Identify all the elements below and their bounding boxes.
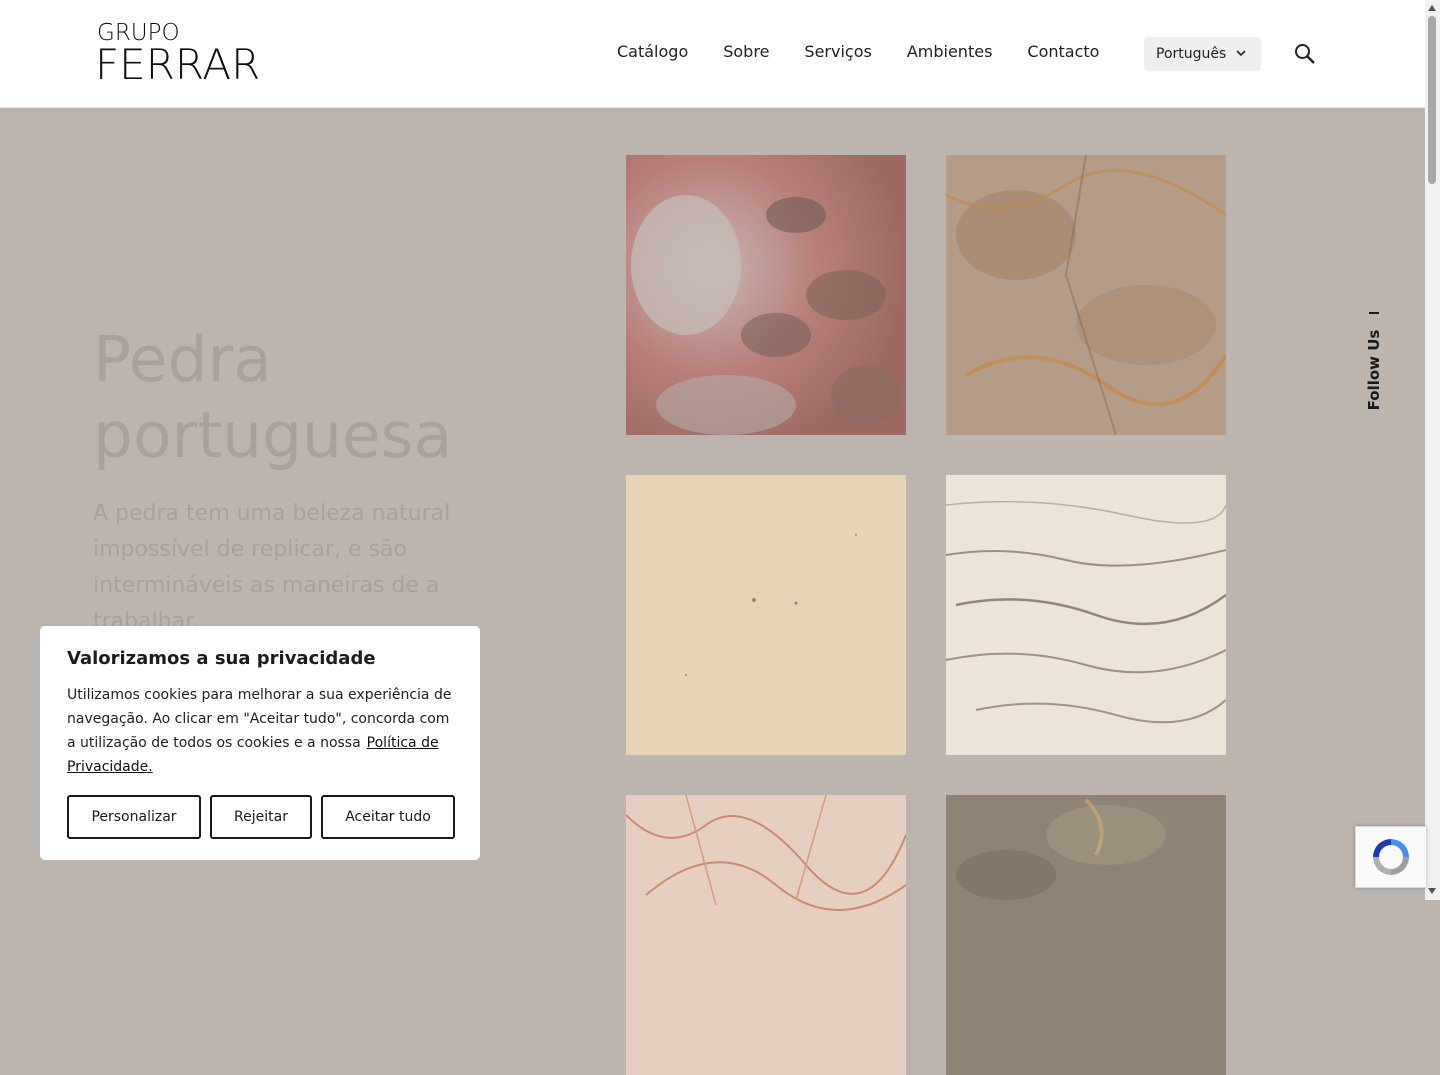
language-label: Português <box>1156 46 1227 62</box>
hero-title: Pedra portuguesa <box>93 322 553 474</box>
follow-us-label: Follow Us <box>1365 329 1383 411</box>
nav-servicos[interactable]: Serviços <box>804 42 871 61</box>
stone-texture-rose <box>626 795 906 1075</box>
accept-all-button[interactable]: Aceitar tudo <box>321 795 455 839</box>
stone-texture-pink <box>626 155 906 435</box>
chevron-down-icon <box>1236 50 1246 57</box>
nav-catalogo[interactable]: Catálogo <box>617 42 688 61</box>
recaptcha-icon <box>1373 839 1409 875</box>
recaptcha-badge[interactable] <box>1355 826 1426 888</box>
logo-big-text: FERRAR <box>95 40 261 89</box>
nav-sobre[interactable]: Sobre <box>723 42 769 61</box>
language-select[interactable]: Português <box>1144 37 1261 71</box>
stone-tile-gray-brown-stone[interactable] <box>946 795 1226 1075</box>
stone-tile-white-veined-marble[interactable] <box>946 475 1226 755</box>
stone-tile-pink-marble[interactable] <box>626 155 906 435</box>
stone-texture-cream <box>626 475 906 755</box>
reject-button[interactable]: Rejeitar <box>210 795 312 839</box>
scroll-up-arrow-icon[interactable] <box>1428 5 1436 11</box>
customize-button[interactable]: Personalizar <box>67 795 201 839</box>
nav-contacto[interactable]: Contacto <box>1027 42 1099 61</box>
scrollbar[interactable] <box>1425 0 1440 900</box>
stone-tile-cream-limestone[interactable] <box>626 475 906 755</box>
hero-text: A pedra tem uma beleza natural impossíve… <box>93 501 451 634</box>
hero-title-line-1: Pedra <box>93 323 273 396</box>
cookie-text: Utilizamos cookies para melhorar a sua e… <box>67 683 453 779</box>
hero-title-line-2: portuguesa <box>93 399 453 472</box>
scrollbar-thumb[interactable] <box>1428 16 1436 184</box>
search-icon[interactable] <box>1294 43 1316 65</box>
logo[interactable]: GRUPO FERRAR <box>95 20 280 88</box>
site-header: GRUPO FERRAR Catálogo Sobre Serviços Amb… <box>0 0 1425 108</box>
stone-texture-gray <box>946 795 1226 1075</box>
stone-tile-rose-veined-marble[interactable] <box>626 795 906 1075</box>
nav-ambientes[interactable]: Ambientes <box>907 42 993 61</box>
stone-tile-brown-breccia[interactable] <box>946 155 1226 435</box>
cookie-banner: Valorizamos a sua privacidade Utilizamos… <box>40 626 480 860</box>
stone-texture-white <box>946 475 1226 755</box>
stone-texture-brown <box>946 155 1226 435</box>
follow-us[interactable]: Follow Us <box>1362 305 1386 415</box>
main-nav: Catálogo Sobre Serviços Ambientes Contac… <box>617 42 1134 61</box>
cookie-title: Valorizamos a sua privacidade <box>67 648 376 669</box>
scroll-down-arrow-icon[interactable] <box>1428 888 1436 894</box>
cookie-buttons: Personalizar Rejeitar Aceitar tudo <box>67 795 455 839</box>
